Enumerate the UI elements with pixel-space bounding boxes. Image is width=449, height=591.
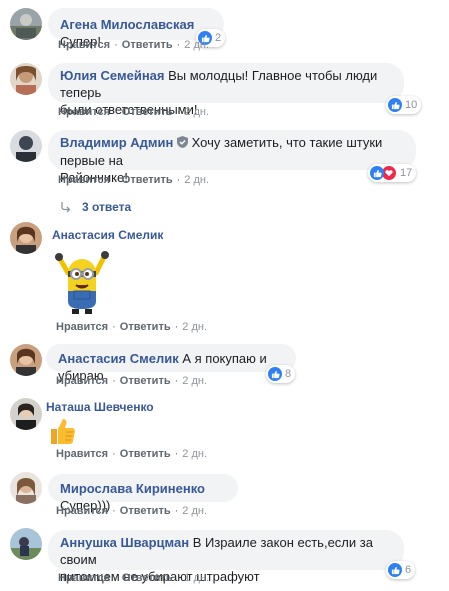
avatar[interactable] — [10, 398, 42, 430]
comment-bubble: Анастасия Смелик А я покупаю и убираю — [46, 344, 296, 383]
like-link[interactable]: Нравится — [56, 321, 108, 333]
avatar[interactable] — [10, 130, 42, 162]
timestamp[interactable]: 2 дн. — [182, 321, 207, 333]
thumbs-up-sticker — [48, 416, 76, 446]
comment-author[interactable]: Агена Милославская — [60, 17, 194, 32]
comment-actions: Нравится · Ответить · 1 дн. — [58, 572, 209, 584]
separator: · — [176, 39, 181, 51]
comment-actions: Нравится · Ответить · 2 дн. — [56, 321, 207, 333]
comment-actions: Нравится · Ответить · 2 дн. — [56, 375, 207, 387]
separator: · — [114, 106, 118, 118]
comment-author[interactable]: Анастасия Смелик — [52, 228, 163, 242]
reply-arrow-icon — [61, 202, 71, 213]
timestamp[interactable]: 2 дн. — [184, 106, 209, 118]
comment-bubble: Мирослава Кириненко Супер))) — [48, 474, 238, 513]
reaction-count: 2 — [215, 32, 222, 44]
reply-link[interactable]: Ответить — [122, 572, 173, 584]
separator: · — [176, 572, 181, 584]
comment-author[interactable]: Наташа Шевченко — [46, 400, 154, 414]
reply-link[interactable]: Ответить — [122, 39, 173, 51]
comment-actions: Нравится · Ответить · 2 дн. — [58, 106, 209, 118]
reaction-count: 17 — [400, 167, 413, 179]
separator: · — [174, 448, 179, 460]
avatar[interactable] — [10, 344, 42, 376]
comment-actions: Нравится · Ответить · 2 дн. — [58, 39, 209, 51]
timestamp[interactable]: 2 дн. — [182, 448, 207, 460]
comment-author[interactable]: Мирослава Кириненко — [60, 481, 205, 496]
comment-author[interactable]: Юлия Семейная — [60, 68, 164, 83]
reply-link[interactable]: Ответить — [122, 106, 173, 118]
separator: · — [176, 174, 181, 186]
comment-author[interactable]: Анастасия Смелик — [58, 351, 179, 366]
comment-actions: Нравится · Ответить · 2 дн. — [58, 174, 209, 186]
like-link[interactable]: Нравится — [56, 505, 108, 517]
like-link[interactable]: Нравится — [58, 106, 110, 118]
like-reaction-icon — [388, 98, 402, 112]
avatar[interactable] — [10, 222, 42, 254]
reactions-badge[interactable]: 8 — [266, 365, 296, 383]
timestamp[interactable]: 2 дн. — [182, 375, 207, 387]
like-link[interactable]: Нравится — [58, 174, 110, 186]
separator: · — [114, 39, 118, 51]
reply-link[interactable]: Ответить — [120, 321, 171, 333]
avatar[interactable] — [10, 8, 42, 40]
separator: · — [112, 448, 116, 460]
timestamp[interactable]: 2 дн. — [184, 174, 209, 186]
avatar[interactable] — [10, 63, 42, 95]
comment-bubble: Юлия Семейная Вы молодцы! Главное чтобы … — [48, 63, 404, 117]
reply-link[interactable]: Ответить — [122, 174, 173, 186]
comment-actions: Нравится · Ответить · 2 дн. — [56, 505, 207, 517]
comment-actions: Нравится · Ответить · 2 дн. — [56, 448, 207, 460]
comment-bubble: Аннушка Шварцман В Израиле закон есть,ес… — [48, 530, 404, 584]
like-link[interactable]: Нравится — [58, 572, 110, 584]
reaction-count: 8 — [285, 368, 292, 380]
reaction-count: 10 — [405, 99, 418, 111]
timestamp[interactable]: 2 дн. — [182, 505, 207, 517]
like-link[interactable]: Нравится — [56, 448, 108, 460]
comment-bubble: Владимир Админ Хочу заметить, что такие … — [48, 130, 416, 185]
separator: · — [112, 375, 116, 387]
avatar[interactable] — [10, 472, 42, 504]
timestamp[interactable]: 2 дн. — [184, 39, 209, 51]
separator: · — [174, 505, 179, 517]
separator: · — [114, 174, 118, 186]
view-replies-link[interactable]: 3 ответа — [60, 200, 131, 214]
separator: · — [112, 505, 116, 517]
verified-shield-icon — [177, 135, 189, 152]
reactions-badge[interactable]: 10 — [386, 96, 422, 114]
timestamp[interactable]: 1 дн. — [184, 572, 209, 584]
reply-link[interactable]: Ответить — [120, 505, 171, 517]
separator: · — [112, 321, 116, 333]
replies-count: 3 ответа — [82, 200, 132, 214]
avatar[interactable] — [10, 528, 42, 560]
separator: · — [174, 375, 179, 387]
like-link[interactable]: Нравится — [58, 39, 110, 51]
like-reaction-icon — [388, 563, 402, 577]
comment-author[interactable]: Аннушка Шварцман — [60, 535, 189, 550]
reactions-badge[interactable]: 17 — [368, 164, 417, 182]
reply-link[interactable]: Ответить — [120, 375, 171, 387]
reaction-count: 6 — [405, 564, 412, 576]
separator: · — [176, 106, 181, 118]
separator: · — [114, 572, 118, 584]
reactions-badge[interactable]: 6 — [386, 561, 416, 579]
reply-link[interactable]: Ответить — [120, 448, 171, 460]
minion-sticker — [50, 245, 114, 315]
like-link[interactable]: Нравится — [56, 375, 108, 387]
comment-author[interactable]: Владимир Админ — [60, 135, 173, 150]
like-reaction-icon — [370, 166, 384, 180]
separator: · — [174, 321, 179, 333]
like-reaction-icon — [268, 367, 282, 381]
